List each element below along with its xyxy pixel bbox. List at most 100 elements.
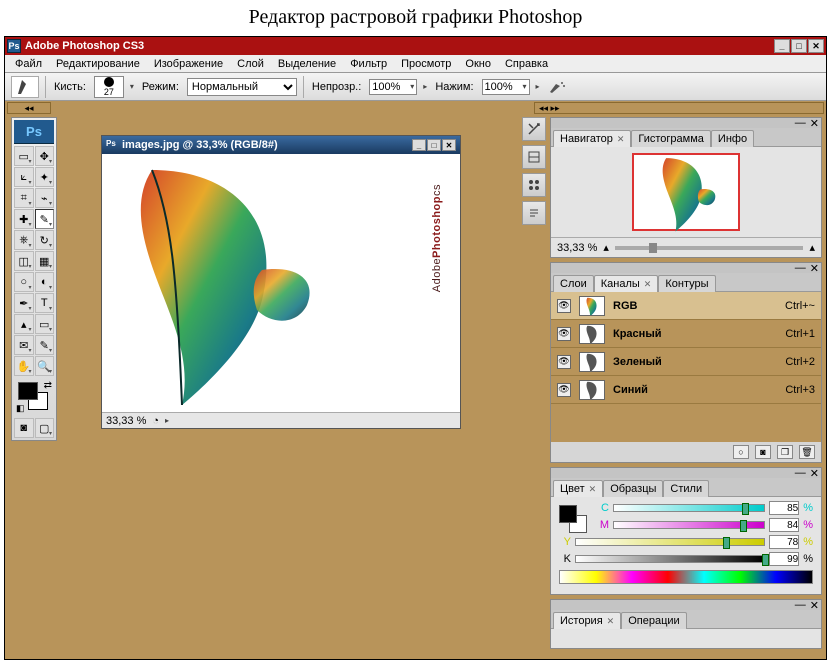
window-titlebar[interactable]: Ps Adobe Photoshop CS3 _ □ ✕: [5, 37, 826, 55]
tab-history[interactable]: История✕: [553, 612, 621, 629]
channel-row[interactable]: 👁КрасныйCtrl+1: [551, 320, 821, 348]
tab-styles[interactable]: Стили: [663, 480, 709, 497]
menu-help[interactable]: Справка: [499, 57, 554, 71]
tool-slice[interactable]: ⌁▾: [35, 188, 55, 208]
default-colors-icon[interactable]: ◧: [16, 403, 25, 414]
slider-track[interactable]: [575, 555, 765, 563]
menu-select[interactable]: Выделение: [272, 57, 342, 71]
doc-minimize-button[interactable]: _: [412, 139, 426, 151]
tool-eraser[interactable]: ◫▾: [14, 251, 34, 271]
flow-scrub-icon[interactable]: ▸: [536, 82, 540, 91]
tool-zoom[interactable]: 🔍▾: [35, 356, 55, 376]
color-ramp[interactable]: [559, 570, 813, 584]
brush-preset-picker[interactable]: 27: [94, 76, 124, 98]
delete-channel-button[interactable]: 🗑: [799, 445, 815, 459]
tab-color[interactable]: Цвет✕: [553, 480, 603, 497]
toolbox-dock-tab[interactable]: ◂◂: [7, 102, 51, 114]
tool-brush[interactable]: ✎▾: [35, 209, 55, 229]
quick-mask-button[interactable]: ◙: [14, 418, 34, 438]
visibility-toggle[interactable]: 👁: [557, 299, 571, 313]
tool-marquee[interactable]: ▭▾: [14, 146, 34, 166]
load-selection-button[interactable]: ○: [733, 445, 749, 459]
tab-swatches[interactable]: Образцы: [603, 480, 663, 497]
menu-filter[interactable]: Фильтр: [344, 57, 393, 71]
tool-notes[interactable]: ✉▾: [14, 335, 34, 355]
menu-file[interactable]: Файл: [9, 57, 48, 71]
tool-path-select[interactable]: ▴▾: [14, 314, 34, 334]
new-channel-button[interactable]: ❐: [777, 445, 793, 459]
navigator-zoom[interactable]: 33,33 %: [557, 242, 597, 254]
brushes-icon[interactable]: [522, 145, 546, 169]
status-info-icon[interactable]: ◔: [152, 415, 159, 427]
foreground-swatch[interactable]: [18, 382, 38, 400]
maximize-button[interactable]: □: [791, 39, 807, 53]
opacity-input[interactable]: 100% ▾: [369, 79, 417, 95]
document-window[interactable]: Ps images.jpg @ 33,3% (RGB/8#) _ □ ✕: [101, 135, 461, 429]
tool-lasso[interactable]: ⟀▾: [14, 167, 34, 187]
swap-colors-icon[interactable]: ⇄: [44, 380, 52, 391]
channel-row[interactable]: 👁ЗеленыйCtrl+2: [551, 348, 821, 376]
tab-navigator[interactable]: Навигатор✕: [553, 130, 631, 147]
zoom-in-icon[interactable]: ▴: [809, 241, 815, 254]
tab-actions[interactable]: Операции: [621, 612, 686, 629]
menu-view[interactable]: Просмотр: [395, 57, 457, 71]
zoom-out-icon[interactable]: ▴: [603, 241, 609, 254]
menu-image[interactable]: Изображение: [148, 57, 229, 71]
menu-edit[interactable]: Редактирование: [50, 57, 146, 71]
tool-hand[interactable]: ✋▾: [14, 356, 34, 376]
tool-type[interactable]: T▾: [35, 293, 55, 313]
close-icon[interactable]: ✕: [617, 134, 625, 144]
channel-row[interactable]: 👁RGBCtrl+~: [551, 292, 821, 320]
save-selection-button[interactable]: ◙: [755, 445, 771, 459]
tool-eyedropper[interactable]: ✎▾: [35, 335, 55, 355]
tab-info[interactable]: Инфо: [711, 130, 754, 147]
chevron-down-icon[interactable]: ▾: [130, 82, 134, 91]
panels-dock-tab[interactable]: ◂◂ ▸▸: [534, 102, 824, 114]
panel-collapse-icon[interactable]: —: [795, 467, 806, 479]
panel-close-icon[interactable]: ✕: [810, 599, 819, 612]
slider-value[interactable]: [769, 535, 799, 549]
slider-track[interactable]: [613, 504, 765, 512]
flow-input[interactable]: 100% ▾: [482, 79, 530, 95]
tool-heal[interactable]: ✚▾: [14, 209, 34, 229]
tool-crop[interactable]: ⌗▾: [14, 188, 34, 208]
panel-collapse-icon[interactable]: —: [795, 599, 806, 611]
channel-row[interactable]: 👁СинийCtrl+3: [551, 376, 821, 404]
document-canvas[interactable]: AdobePhotoshopcs: [102, 154, 460, 412]
screen-mode-button[interactable]: ▢▾: [35, 418, 55, 438]
current-tool-icon[interactable]: [11, 76, 39, 98]
tool-stamp[interactable]: ⎈▾: [14, 230, 34, 250]
zoom-slider[interactable]: [615, 246, 804, 250]
minimize-button[interactable]: _: [774, 39, 790, 53]
paragraph-icon[interactable]: [522, 201, 546, 225]
visibility-toggle[interactable]: 👁: [557, 383, 571, 397]
doc-close-button[interactable]: ✕: [442, 139, 456, 151]
panel-close-icon[interactable]: ✕: [810, 467, 819, 480]
visibility-toggle[interactable]: 👁: [557, 327, 571, 341]
panel-close-icon[interactable]: ✕: [810, 262, 819, 275]
tool-wand[interactable]: ✦▾: [35, 167, 55, 187]
close-icon[interactable]: ✕: [589, 484, 597, 494]
menu-layer[interactable]: Слой: [231, 57, 270, 71]
tool-dodge[interactable]: ◐▾: [35, 272, 55, 292]
slider-value[interactable]: [769, 501, 799, 515]
slider-value[interactable]: [769, 518, 799, 532]
status-zoom[interactable]: 33,33 %: [106, 415, 146, 427]
panel-collapse-icon[interactable]: —: [795, 262, 806, 274]
tool-history-brush[interactable]: ↻▾: [35, 230, 55, 250]
tab-paths[interactable]: Контуры: [658, 275, 715, 292]
panel-close-icon[interactable]: ✕: [810, 117, 819, 130]
tool-shape[interactable]: ▭▾: [35, 314, 55, 334]
tool-move[interactable]: ✥▾: [35, 146, 55, 166]
tool-pen[interactable]: ✒▾: [14, 293, 34, 313]
status-menu-icon[interactable]: ▸: [165, 416, 169, 425]
tools-icon[interactable]: [522, 117, 546, 141]
airbrush-button[interactable]: [546, 78, 568, 96]
tool-gradient[interactable]: ▦▾: [35, 251, 55, 271]
slider-track[interactable]: [575, 538, 765, 546]
close-icon[interactable]: ✕: [644, 279, 652, 289]
slider-track[interactable]: [613, 521, 765, 529]
tab-layers[interactable]: Слои: [553, 275, 594, 292]
blend-mode-select[interactable]: Нормальный: [187, 78, 297, 96]
tab-histogram[interactable]: Гистограмма: [631, 130, 711, 147]
